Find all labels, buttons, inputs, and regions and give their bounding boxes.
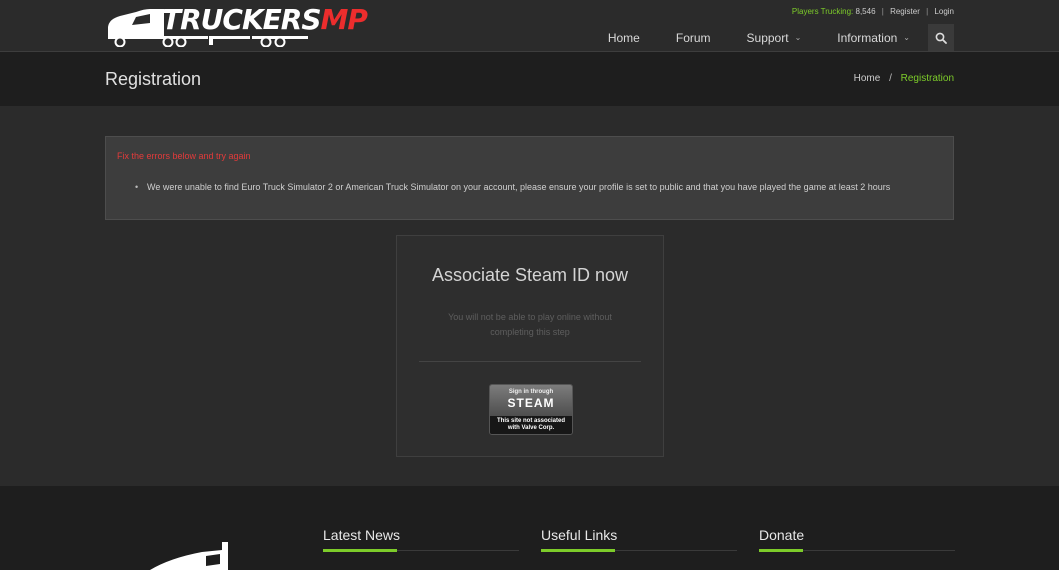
error-title: Fix the errors below and try again <box>117 151 251 161</box>
page-title-band: Registration Home / Registration <box>0 52 1059 106</box>
error-list: We were unable to find Euro Truck Simula… <box>135 180 935 195</box>
nav-information-label: Information <box>837 30 898 45</box>
error-alert: Fix the errors below and try again We we… <box>105 136 954 220</box>
breadcrumb-current: Registration <box>900 73 954 84</box>
nav-forum[interactable]: Forum <box>658 24 729 51</box>
breadcrumb: Home / Registration <box>854 73 954 85</box>
heading-underline <box>759 549 803 552</box>
heading-underline <box>323 549 397 552</box>
footer-heading: Donate <box>759 527 805 543</box>
players-trucking-label: Players Trucking: <box>791 7 854 16</box>
breadcrumb-separator: / <box>889 73 892 84</box>
footer-heading: Useful Links <box>541 527 618 543</box>
steam-button-line3: This site not associated <box>496 418 566 424</box>
separator: | <box>881 7 884 16</box>
logo-wordmark: TRUCKERSMP <box>162 3 368 36</box>
steam-button-line2: STEAM <box>507 396 555 410</box>
divider <box>419 361 641 362</box>
steam-button-line4: with Valve Corp. <box>507 425 555 431</box>
nav-support-label: Support <box>746 30 789 45</box>
footer-col-donate: Donate <box>759 527 955 552</box>
truck-logo-icon <box>150 542 228 570</box>
nav-support[interactable]: Support ⌄ <box>729 24 820 51</box>
nav-home[interactable]: Home <box>590 24 658 51</box>
truckersmp-logo[interactable]: TRUCKERSMP <box>106 3 368 48</box>
error-message: We were unable to find Euro Truck Simula… <box>135 180 935 195</box>
nav-forum-label: Forum <box>675 30 711 45</box>
steam-sign-in-button[interactable]: Sign in through STEAM This site not asso… <box>489 384 573 435</box>
steam-button-top: Sign in through STEAM <box>490 385 572 416</box>
breadcrumb-home[interactable]: Home <box>854 73 881 84</box>
footer-col-latest-news: Latest News <box>323 527 519 552</box>
main-nav: Home Forum Support ⌄ Information ⌄ <box>590 24 954 51</box>
steam-association-card: Associate Steam ID now You will not be a… <box>396 235 664 457</box>
footer-col-useful-links: Useful Links <box>541 527 737 552</box>
login-link[interactable]: Login <box>934 7 954 16</box>
chevron-down-icon: ⌄ <box>794 33 802 42</box>
players-trucking-count: 8,546 <box>855 7 876 16</box>
top-bar: Players Trucking: 8,546 | Register | Log… <box>792 7 954 17</box>
search-icon <box>935 32 947 44</box>
footer-heading: Latest News <box>323 527 401 543</box>
site-header: TRUCKERSMP Players Trucking: 8,546 | Reg… <box>0 0 1059 52</box>
heading-underline <box>541 549 615 552</box>
chevron-down-icon: ⌄ <box>903 33 910 42</box>
card-description: You will not be able to play online with… <box>448 312 612 337</box>
separator: | <box>926 7 929 16</box>
nav-information[interactable]: Information ⌄ <box>819 24 928 51</box>
logo-text-accent: MP <box>320 3 368 36</box>
page-title: Registration <box>105 69 202 89</box>
register-link[interactable]: Register <box>890 7 920 16</box>
steam-button-bottom: This site not associated with Valve Corp… <box>490 416 572 434</box>
card-title: Associate Steam ID now <box>431 265 629 285</box>
search-button[interactable] <box>928 24 954 51</box>
logo-text-primary: TRUCKERS <box>162 3 321 36</box>
site-footer: Latest News Useful Links Donate <box>0 486 1059 570</box>
steam-button-line1: Sign in through <box>508 389 554 395</box>
nav-home-label: Home <box>607 30 640 45</box>
